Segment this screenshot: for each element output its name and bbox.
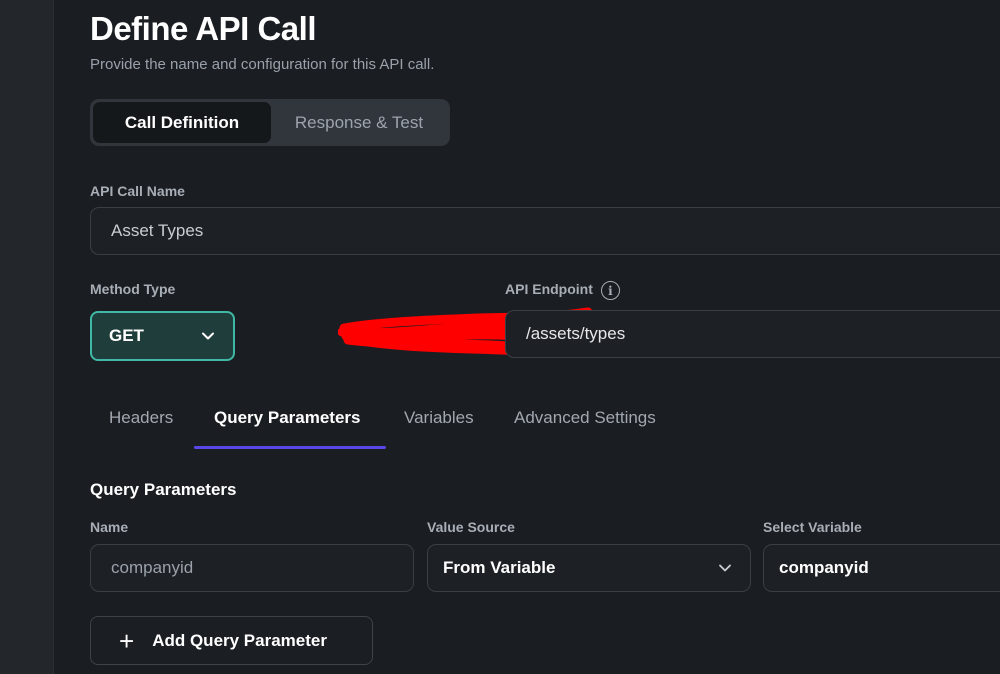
query-parameters-title: Query Parameters	[90, 480, 237, 499]
select-variable-value: companyid	[779, 558, 869, 577]
add-query-parameter-label: Add Query Parameter	[152, 630, 327, 650]
left-rail	[0, 0, 54, 674]
value-source-select[interactable]: From Variable	[427, 544, 751, 592]
column-value-source-label: Value Source	[427, 519, 515, 535]
method-type-label: Method Type	[90, 281, 176, 297]
api-endpoint-value: /assets/types	[526, 324, 626, 343]
chevron-down-icon	[719, 564, 731, 572]
api-endpoint-input[interactable]: /assets/types	[505, 310, 1000, 358]
page-subtitle: Provide the name and configuration for t…	[90, 56, 435, 73]
method-type-select[interactable]: GET	[90, 311, 235, 361]
api-endpoint-label: API Endpoint i	[505, 281, 620, 300]
chevron-down-icon	[202, 332, 214, 340]
tab-headers[interactable]: Headers	[109, 408, 173, 428]
active-tab-indicator	[194, 446, 386, 449]
info-icon[interactable]: i	[600, 281, 620, 300]
mode-switch: Call Definition Response & Test	[90, 99, 450, 146]
tab-response-test[interactable]: Response & Test	[271, 102, 447, 143]
select-variable-select[interactable]: companyid	[763, 544, 1000, 592]
column-select-variable-label: Select Variable	[763, 519, 862, 535]
add-query-parameter-button[interactable]: + Add Query Parameter	[90, 616, 373, 665]
param-name-input[interactable]: companyid	[90, 544, 414, 592]
tab-call-definition[interactable]: Call Definition	[93, 102, 271, 143]
tab-variables[interactable]: Variables	[404, 408, 474, 428]
value-source-value: From Variable	[443, 558, 556, 577]
tab-advanced-settings[interactable]: Advanced Settings	[514, 408, 656, 428]
plus-icon: +	[119, 625, 135, 656]
method-type-value: GET	[109, 326, 144, 345]
api-call-name-label: API Call Name	[90, 183, 185, 199]
column-name-label: Name	[90, 519, 129, 535]
api-endpoint-label-text: API Endpoint	[505, 281, 593, 298]
param-name-value: companyid	[111, 558, 194, 577]
main-panel: Define API Call Provide the name and con…	[90, 0, 1000, 674]
api-call-name-value: Asset Types	[111, 221, 204, 240]
tab-query-parameters[interactable]: Query Parameters	[214, 408, 360, 428]
config-tabs: Headers Query Parameters Variables Advan…	[90, 396, 690, 452]
page-title: Define API Call	[90, 10, 317, 47]
api-call-name-input[interactable]: Asset Types	[90, 207, 1000, 255]
